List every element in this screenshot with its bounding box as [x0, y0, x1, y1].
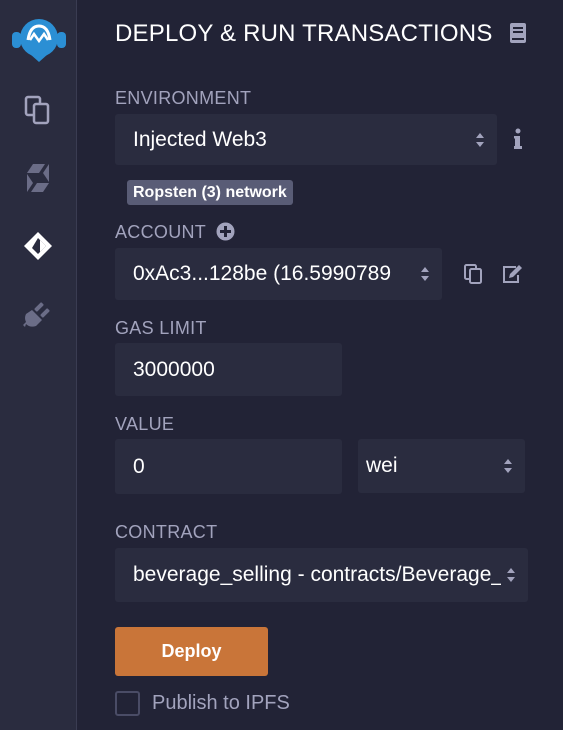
book-icon[interactable]: [509, 22, 527, 49]
select-caret-icon: [476, 132, 484, 147]
network-badge: Ropsten (3) network: [127, 180, 293, 205]
value-input[interactable]: 0: [115, 439, 342, 494]
remix-logo-icon[interactable]: [8, 14, 70, 64]
gas-limit-input[interactable]: 3000000: [115, 343, 342, 396]
deploy-run-panel: DEPLOY & RUN TRANSACTIONS ENVIRONMENT In…: [77, 0, 563, 730]
value-unit-select[interactable]: wei: [358, 439, 525, 493]
contract-label: CONTRACT: [115, 522, 218, 542]
environment-value: Injected Web3: [133, 127, 267, 151]
solidity-compiler-icon[interactable]: [18, 158, 58, 198]
environment-select[interactable]: Injected Web3: [115, 114, 497, 165]
icon-sidebar: [0, 0, 77, 730]
info-icon[interactable]: [513, 128, 523, 155]
value-label: VALUE: [115, 414, 175, 434]
select-caret-icon: [421, 267, 429, 281]
select-caret-icon: [507, 568, 515, 582]
value-unit: wei: [366, 454, 398, 477]
contract-select[interactable]: beverage_selling - contracts/Beverage_: [115, 548, 528, 602]
file-explorer-icon[interactable]: [18, 90, 58, 130]
edit-icon[interactable]: [501, 264, 523, 289]
contract-value: beverage_selling - contracts/Beverage_: [133, 563, 501, 586]
deploy-button[interactable]: Deploy: [115, 627, 268, 676]
copy-icon[interactable]: [464, 264, 482, 289]
gas-limit-label: GAS LIMIT: [115, 318, 207, 338]
select-caret-icon: [504, 459, 512, 473]
value-amount: 0: [133, 454, 145, 478]
environment-label: ENVIRONMENT: [115, 88, 252, 108]
gas-limit-value: 3000000: [133, 357, 215, 381]
publish-ipfs-label[interactable]: Publish to IPFS: [152, 692, 290, 715]
plugin-manager-icon[interactable]: [18, 294, 58, 334]
deploy-run-icon[interactable]: [18, 226, 58, 266]
account-value: 0xAc3...128be (16.5990789: [133, 262, 392, 285]
plus-circle-icon[interactable]: [216, 222, 235, 246]
account-select[interactable]: 0xAc3...128be (16.5990789: [115, 248, 442, 300]
panel-title: DEPLOY & RUN TRANSACTIONS: [115, 20, 493, 47]
publish-ipfs-checkbox[interactable]: [115, 691, 140, 716]
account-label: ACCOUNT: [115, 222, 207, 242]
